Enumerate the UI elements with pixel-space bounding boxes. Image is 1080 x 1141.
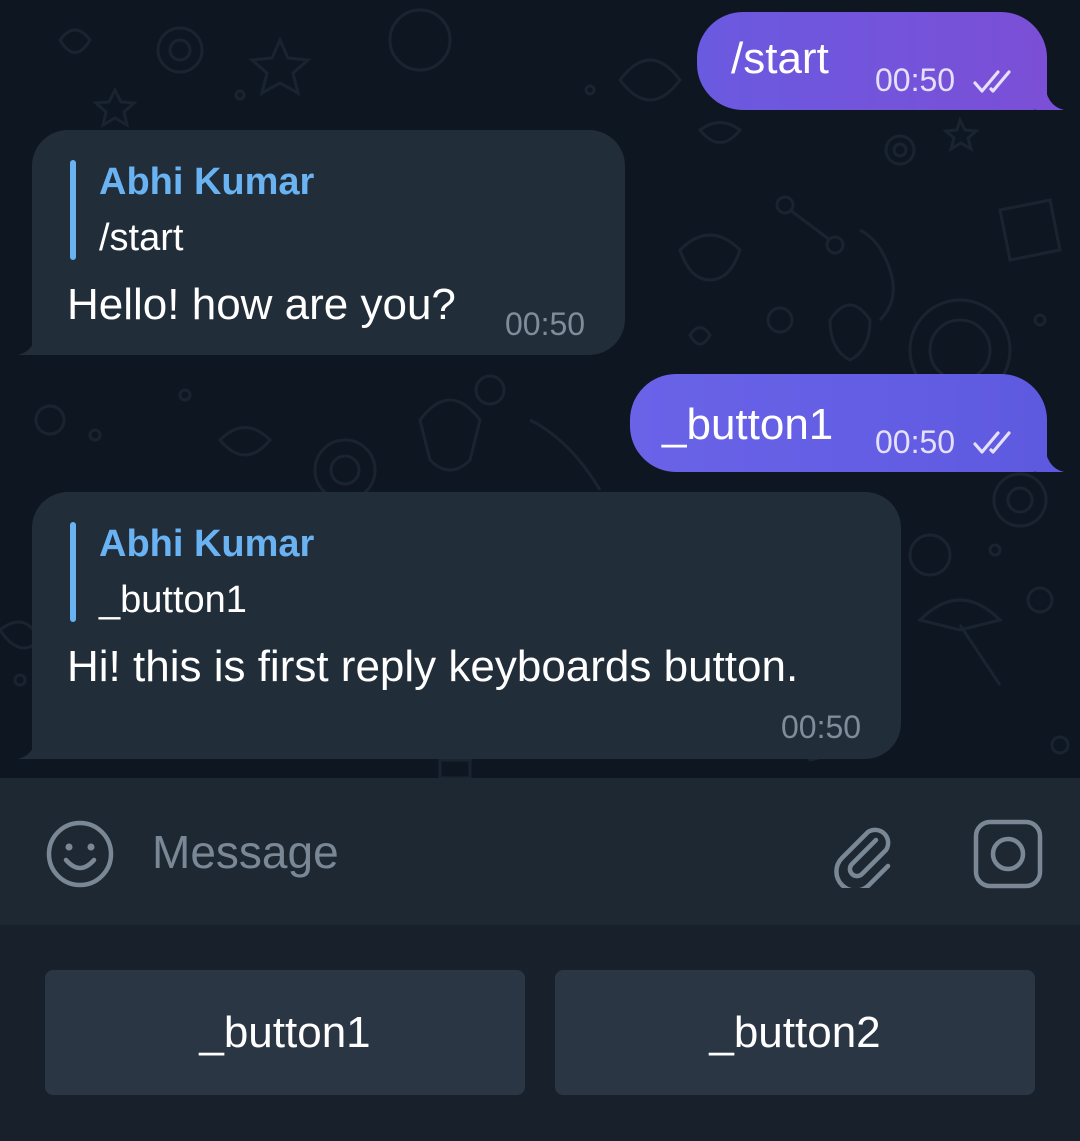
- message-text: _button1: [662, 400, 834, 449]
- message-time: 00:50: [505, 306, 586, 342]
- reply-quoted-text[interactable]: _button1: [99, 578, 247, 622]
- message-text: Hello! how are you?: [67, 280, 456, 329]
- message-time: 00:50: [875, 424, 956, 460]
- outgoing-message-bubble[interactable]: /start 00:50: [697, 12, 1047, 110]
- keyboard-button-2[interactable]: _button2: [555, 970, 1035, 1095]
- reply-keyboard: _button1 _button2: [0, 925, 1080, 1141]
- reply-quote-bar: [70, 522, 76, 622]
- message-composer: Message: [0, 778, 1080, 925]
- double-check-read-icon: [973, 70, 1011, 93]
- attach-icon[interactable]: [828, 818, 898, 888]
- keyboard-button-1[interactable]: _button1: [45, 970, 525, 1095]
- telegram-chat-screen: /start 00:50 Abhi Kumar /start Hello! ho…: [0, 0, 1080, 1141]
- bubble-tail: [1036, 442, 1064, 472]
- reply-sender-name[interactable]: Abhi Kumar: [99, 160, 314, 204]
- message-input[interactable]: Message: [152, 826, 339, 878]
- incoming-message-bubble[interactable]: Abhi Kumar _button1 Hi! this is first re…: [32, 492, 901, 759]
- message-text: /start: [731, 34, 829, 83]
- message-time: 00:50: [781, 709, 862, 745]
- camera-icon[interactable]: [972, 818, 1044, 890]
- reply-quoted-text[interactable]: /start: [99, 216, 183, 260]
- bubble-tail: [18, 729, 46, 759]
- outgoing-message-bubble[interactable]: _button1 00:50: [630, 374, 1047, 472]
- emoji-icon[interactable]: [44, 818, 116, 890]
- double-check-read-icon: [973, 431, 1011, 454]
- bubble-tail: [18, 325, 46, 355]
- message-time: 00:50: [875, 62, 956, 98]
- reply-sender-name[interactable]: Abhi Kumar: [99, 522, 314, 566]
- chat-messages-area[interactable]: /start 00:50 Abhi Kumar /start Hello! ho…: [0, 0, 1080, 778]
- incoming-message-bubble[interactable]: Abhi Kumar /start Hello! how are you? 00…: [32, 130, 625, 355]
- bubble-tail: [1036, 80, 1064, 110]
- reply-quote-bar: [70, 160, 76, 260]
- message-text: Hi! this is first reply keyboards button…: [67, 642, 799, 691]
